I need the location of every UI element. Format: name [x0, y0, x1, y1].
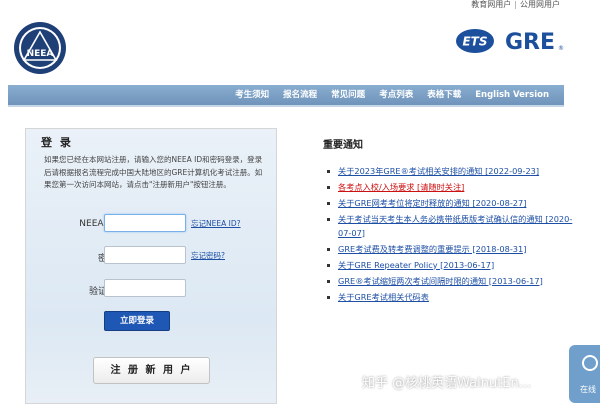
zhihu-watermark: 知乎 @核桃英语WalnutEn... [362, 376, 532, 391]
nav-test-centers[interactable]: 考点列表 [372, 85, 420, 105]
nav-candidate-notice[interactable]: 考生须知 [228, 85, 276, 105]
notice-item[interactable]: 关于2023年GRE®考试相关安排的通知 [2022-09-23] [327, 165, 577, 179]
notice-item[interactable]: 各考点入校/入场要求 [请随时关注] [327, 181, 577, 195]
nav-form-download[interactable]: 表格下载 [420, 85, 468, 105]
network-links: 教育网用户 | 公用网用户 [471, 0, 560, 9]
main-nav-bar: 考生须知 报名流程 常见问题 考点列表 表格下载 English Version [8, 85, 564, 107]
captcha-input[interactable] [104, 279, 186, 297]
bullet-icon [327, 247, 330, 251]
login-panel: 登 录 如果您已经在本网站注册，请输入您的NEEA ID和密码登录，登录后请根据… [25, 128, 277, 404]
nav-registration-process[interactable]: 报名流程 [276, 85, 324, 105]
svg-text:®: ® [558, 45, 564, 52]
login-button[interactable]: 立即登录 [104, 311, 170, 331]
notices-list: 关于2023年GRE®考试相关安排的通知 [2022-09-23] 各考点入校/… [327, 165, 577, 307]
notice-item[interactable]: GRE®考试缩短两次考试间隔时限的通知 [2013-06-17] [327, 275, 577, 289]
chat-icon [582, 355, 598, 371]
notice-item[interactable]: 关于GRE网考考位将定时释放的通知 [2020-08-27] [327, 197, 577, 211]
notice-item[interactable]: 关于GRE Repeater Policy [2013-06-17] [327, 259, 577, 273]
notice-item[interactable]: 关于GRE考试相关代码表 [327, 291, 577, 305]
online-service-button[interactable]: 在线 [569, 345, 600, 403]
nav-english-version[interactable]: English Version [468, 85, 556, 105]
login-title: 登 录 [41, 136, 73, 149]
notice-item[interactable]: GRE考试费及转考费调整的重要提示 [2018-08-31] [327, 243, 577, 257]
nav-items: 考生须知 报名流程 常见问题 考点列表 表格下载 English Version [228, 85, 556, 105]
bullet-icon [327, 263, 330, 267]
ets-gre-logo: ETS GRE ® [455, 26, 565, 60]
gre-logo-text: GRE [505, 30, 555, 55]
forgot-password-link[interactable]: 忘记密码? [191, 250, 225, 261]
bullet-icon [327, 186, 330, 189]
register-new-user-button[interactable]: 注 册 新 用 户 [93, 357, 210, 384]
public-network-link[interactable]: 公用网用户 [520, 0, 560, 9]
neea-logo[interactable]: NEEA [12, 20, 68, 76]
password-input[interactable] [104, 246, 186, 264]
bullet-icon [327, 202, 330, 205]
bullet-icon [327, 279, 330, 283]
bullet-icon [327, 295, 330, 299]
top-strip: 教育网用户 | 公用网用户 [0, 0, 600, 12]
login-description: 如果您已经在本网站注册，请输入您的NEEA ID和密码登录，登录后请根据报名流程… [44, 155, 263, 189]
edu-network-link[interactable]: 教育网用户 [471, 0, 511, 9]
neea-id-input[interactable] [104, 214, 186, 232]
online-service-label: 在线 [580, 385, 596, 394]
forgot-neea-id-link[interactable]: 忘记NEEA ID? [191, 218, 241, 229]
ets-logo-text: ETS [462, 35, 487, 49]
nav-faq[interactable]: 常见问题 [324, 85, 372, 105]
notices-title: 重要通知 [323, 140, 363, 151]
bullet-icon [327, 218, 330, 221]
bullet-icon [327, 170, 330, 173]
neea-logo-text: NEEA [27, 49, 54, 59]
notice-item[interactable]: 关于考试当天考生本人务必携带纸质版考试确认信的通知 [2020-07-07] [327, 213, 577, 240]
